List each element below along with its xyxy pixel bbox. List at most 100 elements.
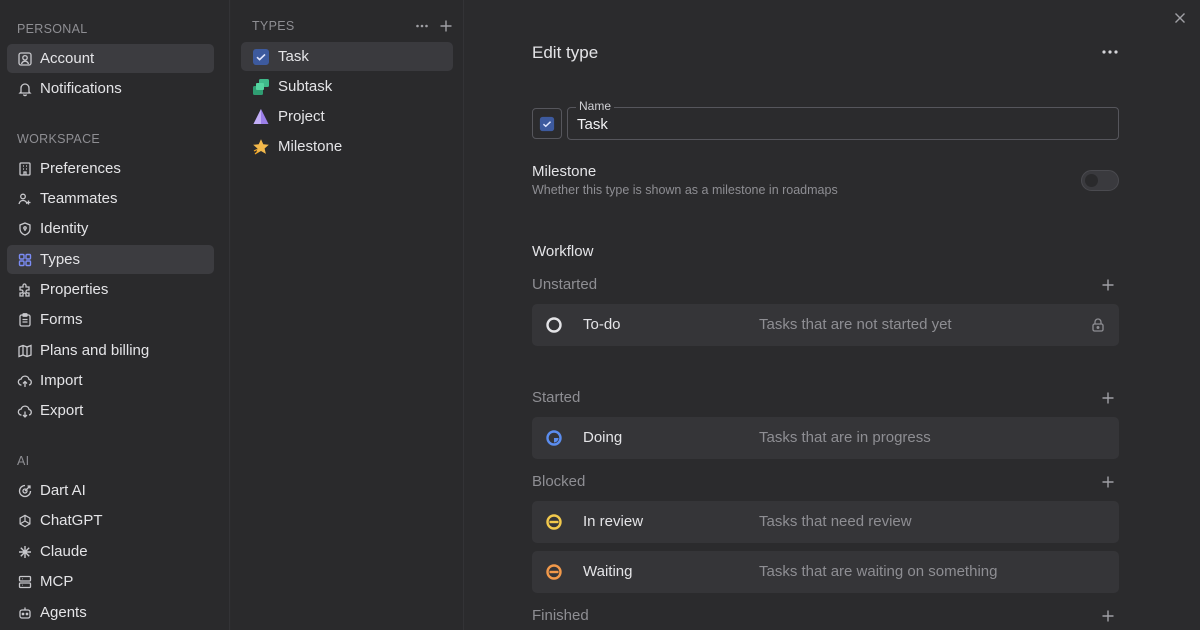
group-label-unstarted: Unstarted bbox=[532, 276, 598, 293]
type-item-subtask[interactable]: Subtask bbox=[241, 72, 453, 101]
plus-icon[interactable] bbox=[439, 17, 453, 35]
sidebar-item-chatgpt[interactable]: ChatGPT bbox=[7, 506, 214, 535]
sidebar-item-agents[interactable]: Agents bbox=[7, 598, 214, 627]
group-label-blocked: Blocked bbox=[532, 473, 586, 490]
sidebar-item-label: Notifications bbox=[40, 80, 122, 97]
sidebar-item-teammates[interactable]: Teammates bbox=[7, 184, 214, 213]
sidebar-item-label: Preferences bbox=[40, 160, 121, 177]
sidebar-item-export[interactable]: Export bbox=[7, 396, 214, 425]
types-panel: TYPES Task Subtask Project Milestone bbox=[231, 0, 464, 630]
type-item-milestone[interactable]: Milestone bbox=[241, 132, 453, 161]
users-icon bbox=[17, 191, 33, 207]
close-icon[interactable] bbox=[1174, 11, 1186, 29]
building-icon bbox=[17, 161, 33, 177]
bot-icon bbox=[17, 605, 33, 621]
milestone-title: Milestone bbox=[532, 163, 597, 180]
minus-circle-icon bbox=[546, 564, 562, 580]
cloud-upload-icon bbox=[17, 373, 33, 389]
map-icon bbox=[17, 343, 33, 359]
status-row-waiting[interactable]: Waiting Tasks that are waiting on someth… bbox=[532, 551, 1119, 593]
sidebar-item-mcp[interactable]: MCP bbox=[7, 567, 214, 596]
sidebar-item-plans-and-billing[interactable]: Plans and billing bbox=[7, 336, 214, 365]
status-name: Waiting bbox=[583, 563, 633, 580]
openai-icon bbox=[17, 513, 33, 529]
type-icon-picker[interactable] bbox=[532, 108, 562, 139]
minus-circle-icon bbox=[546, 514, 562, 530]
sidebar-item-label: Types bbox=[40, 251, 81, 268]
plus-icon[interactable] bbox=[1101, 278, 1115, 292]
section-label-ai: AI bbox=[17, 454, 30, 468]
sidebar-item-label: Plans and billing bbox=[40, 342, 150, 359]
status-name: To-do bbox=[583, 316, 621, 333]
sidebar-item-label: Properties bbox=[40, 281, 109, 298]
checkbox-icon bbox=[253, 48, 269, 65]
sidebar-item-forms[interactable]: Forms bbox=[7, 305, 214, 334]
status-row-in-review[interactable]: In review Tasks that need review bbox=[532, 501, 1119, 543]
sidebar-item-label: Identity bbox=[40, 220, 89, 237]
type-item-project[interactable]: Project bbox=[241, 102, 453, 131]
sidebar-item-label: Claude bbox=[40, 543, 88, 560]
name-field-label: Name bbox=[576, 99, 615, 113]
sidebar-item-claude[interactable]: Claude bbox=[7, 537, 214, 566]
cloud-download-icon bbox=[17, 403, 33, 419]
types-header: TYPES bbox=[252, 19, 295, 33]
milestone-toggle[interactable] bbox=[1081, 170, 1119, 191]
page-title: Edit type bbox=[532, 43, 599, 62]
sidebar-item-label: Forms bbox=[40, 311, 83, 328]
status-name: In review bbox=[583, 513, 644, 530]
clipboard-icon bbox=[17, 312, 33, 328]
section-label-workspace: WORKSPACE bbox=[17, 132, 101, 146]
sidebar-item-label: MCP bbox=[40, 573, 74, 590]
plus-icon[interactable] bbox=[1101, 475, 1115, 489]
sidebar-item-properties[interactable]: Properties bbox=[7, 275, 214, 304]
more-horizontal-icon[interactable] bbox=[415, 17, 429, 35]
pyramid-icon bbox=[253, 108, 269, 124]
status-row-to-do[interactable]: To-do Tasks that are not started yet bbox=[532, 304, 1119, 346]
dart-icon bbox=[17, 483, 33, 499]
sidebar-item-account[interactable]: Account bbox=[7, 44, 214, 73]
status-description: Tasks that need review bbox=[759, 513, 912, 530]
type-item-label: Project bbox=[278, 108, 325, 125]
subtask-icon bbox=[253, 78, 269, 95]
sidebar-item-label: Account bbox=[40, 50, 95, 67]
circle-outline-icon bbox=[546, 317, 562, 333]
plus-icon[interactable] bbox=[1101, 609, 1115, 623]
section-label-personal: PERSONAL bbox=[17, 22, 88, 36]
name-field-value: Task bbox=[577, 116, 608, 133]
workflow-title: Workflow bbox=[532, 243, 594, 260]
checkbox-icon bbox=[539, 116, 555, 131]
plus-icon[interactable] bbox=[1101, 391, 1115, 405]
name-field[interactable]: Name Task bbox=[567, 99, 1119, 140]
sidebar-item-dart-ai[interactable]: Dart AI bbox=[7, 476, 214, 505]
status-name: Doing bbox=[583, 429, 623, 446]
status-description: Tasks that are not started yet bbox=[759, 316, 952, 333]
puzzle-icon bbox=[17, 282, 33, 298]
type-item-label: Milestone bbox=[278, 138, 343, 155]
sidebar-item-label: Export bbox=[40, 402, 84, 419]
settings-sidebar: PERSONAL Account Notifications WORKSPACE… bbox=[0, 0, 230, 630]
sidebar-item-identity[interactable]: Identity bbox=[7, 214, 214, 243]
sidebar-item-label: Agents bbox=[40, 604, 87, 621]
user-square-icon bbox=[17, 51, 33, 67]
sidebar-item-label: Dart AI bbox=[40, 482, 86, 499]
group-label-finished: Finished bbox=[532, 607, 589, 624]
type-item-label: Task bbox=[278, 48, 309, 65]
star-icon bbox=[253, 138, 269, 154]
toggle-knob bbox=[1085, 174, 1098, 187]
shield-icon bbox=[17, 221, 33, 237]
sidebar-item-label: Teammates bbox=[40, 190, 118, 207]
sidebar-item-label: Import bbox=[40, 372, 83, 389]
type-item-task[interactable]: Task bbox=[241, 42, 453, 71]
sidebar-item-preferences[interactable]: Preferences bbox=[7, 154, 214, 183]
milestone-description: Whether this type is shown as a mileston… bbox=[532, 183, 838, 197]
sidebar-item-import[interactable]: Import bbox=[7, 366, 214, 395]
server-icon bbox=[17, 574, 33, 590]
status-description: Tasks that are waiting on something bbox=[759, 563, 998, 580]
more-horizontal-icon[interactable] bbox=[1099, 44, 1121, 60]
status-description: Tasks that are in progress bbox=[759, 429, 931, 446]
grid-icon bbox=[17, 252, 33, 268]
sidebar-item-notifications[interactable]: Notifications bbox=[7, 74, 214, 103]
sidebar-item-types[interactable]: Types bbox=[7, 245, 214, 274]
sidebar-item-label: ChatGPT bbox=[40, 512, 103, 529]
status-row-doing[interactable]: Doing Tasks that are in progress bbox=[532, 417, 1119, 459]
